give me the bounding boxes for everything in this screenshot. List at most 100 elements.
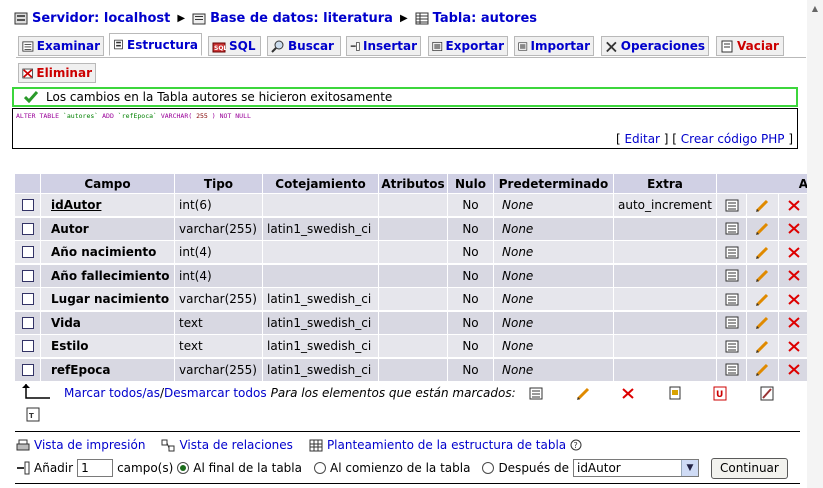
edit-field-icon[interactable] <box>747 288 779 310</box>
cell-extra <box>614 335 717 357</box>
drop-field-icon[interactable] <box>779 358 809 381</box>
drop-field-icon[interactable] <box>779 335 809 357</box>
tab-eliminar[interactable]: Eliminar <box>18 63 96 83</box>
bulk-browse-icon[interactable] <box>529 387 543 400</box>
sql-links: [ Editar ] [ Crear código PHP ] <box>615 132 793 146</box>
breadcrumb-database[interactable]: Base de datos: literatura <box>210 11 393 26</box>
tab-exportar[interactable]: Exportar <box>428 36 508 56</box>
footer-links: Vista de impresión Vista de relaciones P… <box>16 438 582 452</box>
radio-after-field[interactable] <box>482 462 495 474</box>
cell-campo: Año fallecimiento <box>41 264 175 287</box>
breadcrumb-server[interactable]: Servidor: localhost <box>32 11 170 26</box>
relations-icon <box>161 439 175 451</box>
relations-view-link[interactable]: Vista de relaciones <box>179 438 292 452</box>
row-checkbox[interactable] <box>21 293 34 305</box>
column-header: Campo <box>41 174 175 193</box>
row-checkbox[interactable] <box>21 269 34 282</box>
browse-icon <box>22 40 34 52</box>
browse-values-icon[interactable] <box>717 241 747 263</box>
bulk-delete-icon[interactable] <box>621 387 635 400</box>
empty-icon <box>721 40 733 52</box>
drop-field-icon[interactable] <box>779 264 809 287</box>
tab-sql[interactable]: SQL SQL <box>208 36 261 56</box>
breadcrumb-table[interactable]: Tabla: autores <box>433 11 537 26</box>
svg-text:T: T <box>29 412 34 420</box>
create-php-link[interactable]: Crear código PHP <box>681 132 785 146</box>
drop-field-icon[interactable] <box>779 194 809 216</box>
edit-field-icon[interactable] <box>747 358 779 381</box>
tab-importar[interactable]: Importar <box>514 36 594 56</box>
help-icon[interactable]: ? <box>570 439 582 451</box>
cell-tipo: varchar(255) <box>175 358 263 381</box>
row-checkbox[interactable] <box>21 316 34 329</box>
cell-campo[interactable]: idAutor <box>41 194 175 216</box>
propose-structure-link[interactable]: Planteamiento de la estructura de tabla <box>327 438 566 452</box>
radio-end-of-table[interactable] <box>177 462 190 474</box>
browse-values-icon[interactable] <box>717 217 747 240</box>
cell-atributos <box>379 264 448 287</box>
uncheck-all-link[interactable]: Desmarcar todos <box>164 386 267 400</box>
bulk-primary-key-icon[interactable] <box>668 386 682 401</box>
cell-predeterminado: None <box>494 217 614 240</box>
edit-field-icon[interactable] <box>747 194 779 216</box>
edit-field-icon[interactable] <box>747 311 779 334</box>
browse-values-icon[interactable] <box>717 311 747 334</box>
cell-tipo: int(4) <box>175 264 263 287</box>
cell-campo: Estilo <box>41 335 175 357</box>
browse-values-icon[interactable] <box>717 194 747 216</box>
table-header: Campo Tipo Cotejamiento Atributos Nulo Predet… <box>15 174 823 196</box>
tab-insertar[interactable]: Insertar <box>346 36 421 56</box>
cell-cotejamiento: latin1_swedish_ci <box>263 358 379 381</box>
cell-extra <box>614 217 717 240</box>
table-row: Vida text latin1_swedish_ci No None <box>15 311 823 334</box>
tab-operaciones[interactable]: Operaciones <box>601 36 709 56</box>
tab-vaciar[interactable]: Vaciar <box>716 36 784 56</box>
check-all-link[interactable]: Marcar todos/as <box>64 386 160 400</box>
browse-values-icon[interactable] <box>717 288 747 310</box>
bulk-index-icon[interactable] <box>760 386 774 401</box>
search-icon <box>271 40 284 53</box>
cell-cotejamiento: latin1_swedish_ci <box>263 335 379 357</box>
structure-icon <box>114 39 123 50</box>
edit-field-icon[interactable] <box>747 241 779 263</box>
cell-predeterminado: None <box>494 194 614 216</box>
edit-sql-link[interactable]: Editar <box>624 132 660 146</box>
tab-examinar[interactable]: Examinar <box>18 36 104 56</box>
continue-button[interactable]: Continuar <box>710 457 788 479</box>
bulk-fulltext-icon[interactable]: T <box>26 407 40 422</box>
cell-nulo: No <box>448 288 494 310</box>
edit-field-icon[interactable] <box>747 217 779 240</box>
edit-field-icon[interactable] <box>747 264 779 287</box>
vertical-scrollbar[interactable]: ▲ <box>807 0 823 488</box>
checkbox-cell <box>15 358 41 381</box>
drop-field-icon[interactable] <box>779 288 809 310</box>
row-checkbox[interactable] <box>21 363 34 376</box>
row-checkbox[interactable] <box>21 199 34 211</box>
tab-estructura[interactable]: Estructura <box>109 33 202 56</box>
checkbox-cell <box>15 264 41 287</box>
tab-buscar[interactable]: Buscar <box>267 36 341 56</box>
row-checkbox[interactable] <box>21 246 34 258</box>
after-field-select[interactable]: idAutor ▼ <box>572 459 699 477</box>
print-view-link[interactable]: Vista de impresión <box>34 438 145 452</box>
bulk-unique-icon[interactable]: U <box>713 386 727 401</box>
chevron-down-icon: ▼ <box>680 460 698 476</box>
edit-field-icon[interactable] <box>747 335 779 357</box>
drop-field-icon[interactable] <box>779 241 809 263</box>
browse-values-icon[interactable] <box>717 264 747 287</box>
svg-text:U: U <box>716 390 723 400</box>
row-checkbox[interactable] <box>21 222 34 235</box>
insert-icon <box>350 41 360 51</box>
browse-values-icon[interactable] <box>717 358 747 381</box>
drop-field-icon[interactable] <box>779 217 809 240</box>
drop-field-icon[interactable] <box>779 311 809 334</box>
sql-code: ALTER TABLE `autores` ADD `refEpoca` VAR… <box>16 112 251 120</box>
scroll-up-arrow-icon[interactable]: ▲ <box>807 0 823 16</box>
svg-text:SQL: SQL <box>214 45 226 52</box>
radio-beginning-of-table[interactable] <box>313 462 326 474</box>
field-count-input[interactable] <box>77 459 114 477</box>
add-field-row: Añadir campo(s) Al final de la tabla Al … <box>16 457 796 479</box>
browse-values-icon[interactable] <box>717 335 747 357</box>
row-checkbox[interactable] <box>21 340 34 352</box>
bulk-edit-icon[interactable] <box>576 386 591 401</box>
